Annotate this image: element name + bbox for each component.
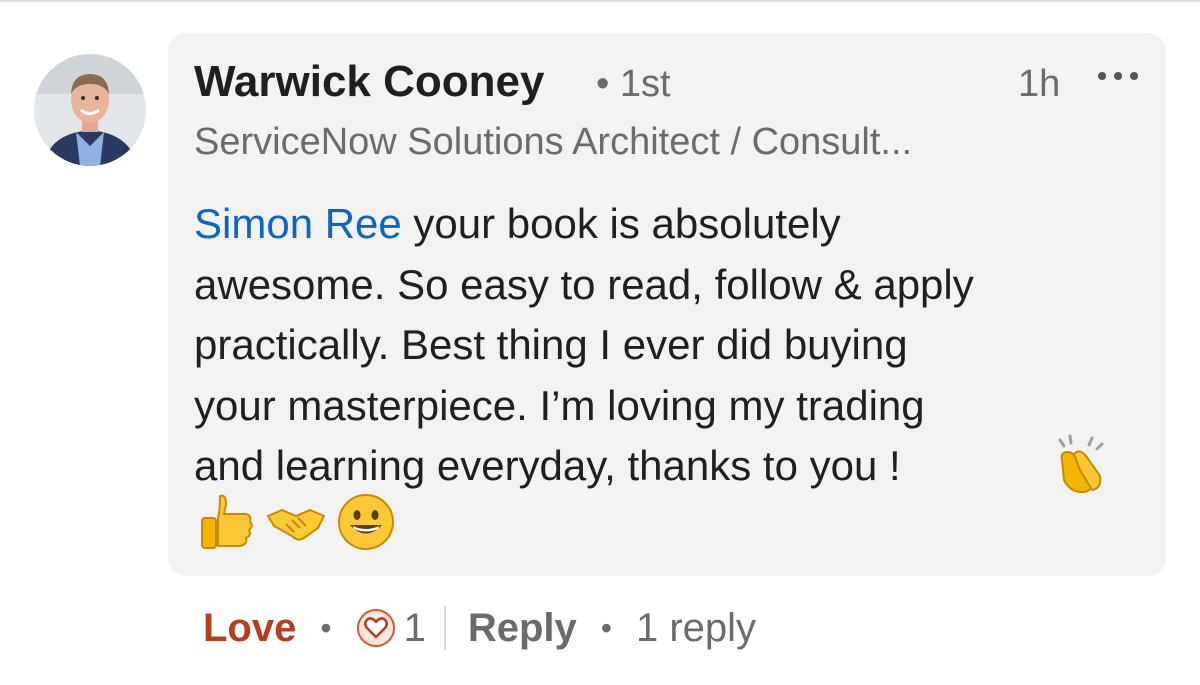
comment-text: Simon Ree your book is absolutely awesom… bbox=[194, 194, 1144, 497]
reaction-count: 1 bbox=[403, 605, 426, 650]
clapping-hands-icon bbox=[1040, 430, 1116, 496]
grinning-face-icon bbox=[338, 494, 394, 550]
emoji-row bbox=[194, 490, 398, 554]
author-headline: ServiceNow Solutions Architect / Consult… bbox=[194, 121, 913, 163]
love-reaction-button[interactable]: Love bbox=[203, 606, 296, 651]
reply-button[interactable]: Reply bbox=[468, 606, 577, 651]
reaction-summary[interactable]: 1 bbox=[356, 606, 426, 651]
comment-timestamp: 1h bbox=[1018, 63, 1061, 105]
avatar-photo bbox=[34, 54, 146, 166]
top-divider bbox=[0, 0, 1200, 2]
heart-reaction-icon bbox=[356, 609, 395, 647]
mention-link[interactable]: Simon Ree bbox=[194, 200, 402, 247]
thumbs-up-icon bbox=[201, 494, 253, 549]
connection-degree: • 1st bbox=[596, 63, 671, 105]
ellipsis-horizontal-icon[interactable] bbox=[1096, 64, 1140, 88]
avatar[interactable] bbox=[34, 54, 146, 166]
author-name[interactable]: Warwick Cooney bbox=[194, 57, 544, 107]
comment-line: awesome. So easy to read, follow & apply bbox=[194, 260, 974, 308]
replies-count-link[interactable]: 1 reply bbox=[636, 606, 756, 651]
comment-actions: Love • 1 Reply • 1 reply bbox=[203, 602, 756, 654]
handshake-icon bbox=[266, 508, 326, 541]
comment-line: and learning everyday, thanks to you ! bbox=[194, 442, 901, 489]
comment-line-text: your book is absolutely bbox=[401, 200, 841, 247]
action-divider bbox=[443, 606, 446, 650]
comment-line: practically. Best thing I ever did buyin… bbox=[194, 321, 908, 368]
separator-dot: • bbox=[600, 609, 612, 646]
separator-dot: • bbox=[320, 609, 332, 646]
comment-line: your masterpiece. I’m loving my trading bbox=[194, 381, 925, 429]
comment-line: Simon Ree your book is absolutely bbox=[194, 194, 1144, 255]
